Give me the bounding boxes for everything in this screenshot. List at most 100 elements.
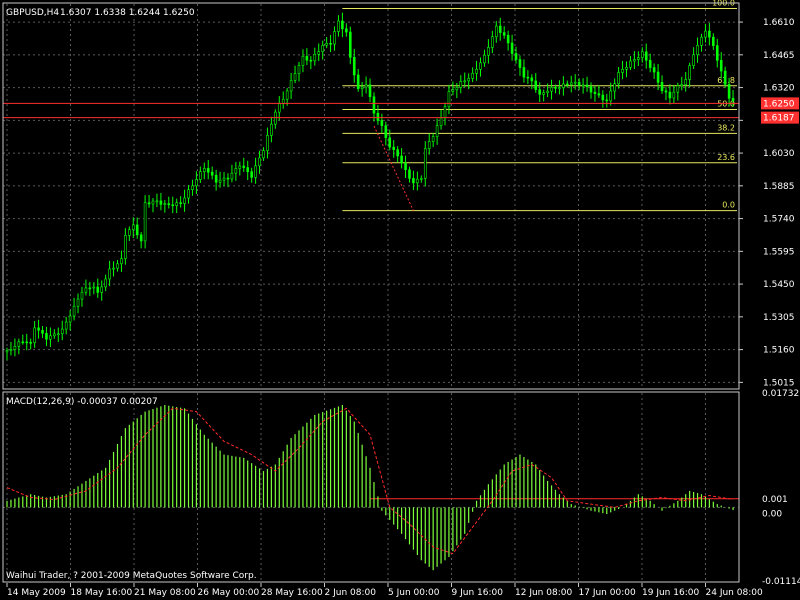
- candle-body: [254, 165, 257, 178]
- candle-body: [226, 177, 230, 180]
- candle-body: [585, 84, 589, 88]
- candle-body: [135, 224, 139, 236]
- candle-body: [72, 305, 76, 317]
- candle-body: [459, 81, 463, 88]
- candle-body: [202, 168, 206, 172]
- candle-body: [88, 287, 92, 290]
- candle-body: [455, 87, 459, 91]
- candle-body: [143, 202, 147, 242]
- candle-body: [530, 77, 534, 82]
- candle-body: [301, 55, 305, 66]
- candle-body: [668, 91, 672, 99]
- candle-body: [589, 86, 593, 93]
- candle-body: [17, 341, 21, 347]
- candle-body: [159, 200, 163, 205]
- price-tick-label: 1.5450: [763, 280, 795, 290]
- time-tick-label: 5 Jun 00:00: [388, 588, 440, 598]
- candle-body: [313, 54, 317, 62]
- candle-body: [392, 146, 396, 150]
- candle-body: [289, 80, 293, 92]
- candle-body: [652, 67, 656, 73]
- candle-body: [84, 287, 88, 293]
- candle-body: [416, 178, 419, 184]
- candle-body: [368, 84, 372, 98]
- candle-body: [285, 90, 289, 100]
- price-tick-label: 1.6320: [763, 84, 795, 94]
- candle-body: [68, 315, 72, 323]
- candle-body: [696, 45, 699, 56]
- candle-body: [494, 25, 498, 38]
- candle-body: [360, 86, 364, 89]
- candle-body: [116, 263, 119, 269]
- candle-body: [76, 298, 80, 307]
- candle-body: [13, 345, 17, 350]
- candle-body: [467, 78, 470, 82]
- price-tick-label: 1.5160: [763, 346, 795, 356]
- candle-body: [112, 267, 115, 270]
- candle-body: [558, 87, 561, 89]
- candle-body: [356, 74, 360, 89]
- candle-body: [222, 177, 226, 181]
- candle-body: [124, 235, 127, 259]
- time-tick-label: 12 Jun 08:00: [515, 588, 572, 598]
- candle-body: [483, 54, 486, 64]
- candle-body: [660, 82, 664, 92]
- candle-body: [131, 224, 135, 231]
- candle-body: [206, 168, 210, 173]
- candle-body: [688, 65, 691, 80]
- candle-body: [566, 83, 569, 86]
- candle-body: [601, 94, 605, 101]
- candle-body: [502, 32, 506, 36]
- candle-body: [274, 111, 277, 125]
- time-tick-label: 19 Jun 16:00: [642, 588, 699, 598]
- ask-price-label: 1.6187: [763, 114, 795, 124]
- candle-body: [514, 53, 518, 60]
- candle-body: [542, 92, 545, 95]
- candle-body: [573, 81, 577, 84]
- candle-body: [305, 55, 309, 61]
- candle-body: [151, 200, 155, 205]
- candle-body: [384, 125, 388, 139]
- macd-tick-label: 0.00: [762, 509, 782, 519]
- candle-body: [562, 83, 565, 88]
- candle-body: [400, 155, 403, 164]
- candle-body: [29, 342, 32, 344]
- candle-body: [487, 47, 490, 56]
- candle-body: [546, 90, 549, 93]
- candle-body: [104, 278, 107, 288]
- candle-body: [522, 67, 526, 78]
- candle-body: [80, 291, 84, 300]
- time-tick-label: 21 May 08:00: [134, 588, 196, 598]
- candle-body: [191, 185, 194, 190]
- candle-body: [37, 327, 40, 331]
- candle-body: [92, 286, 96, 289]
- candle-body: [337, 20, 340, 32]
- price-tick-label: 1.5885: [763, 182, 795, 192]
- candle-body: [621, 68, 624, 73]
- candle-body: [451, 89, 455, 92]
- candle-body: [309, 59, 313, 62]
- chart-canvas[interactable]: 100.061.850.038.223.60.0 1.66101.64651.6…: [0, 0, 800, 600]
- candle-body: [120, 258, 123, 265]
- candle-body: [60, 328, 64, 335]
- candle-body: [199, 171, 202, 180]
- candle-body: [9, 349, 13, 351]
- fib-level-label: 0.0: [722, 201, 735, 210]
- candle-body: [49, 335, 52, 340]
- candle-body: [317, 51, 321, 55]
- candle-body: [266, 135, 269, 151]
- candle-body: [443, 106, 447, 119]
- candle-body: [230, 172, 234, 180]
- candle-body: [554, 87, 557, 89]
- candle-body: [404, 162, 407, 170]
- candle-body: [581, 84, 585, 87]
- time-tick-label: 18 May 16:00: [71, 588, 133, 598]
- candle-body: [526, 76, 530, 79]
- time-tick-label: 28 May 16:00: [261, 588, 323, 598]
- candle-body: [617, 72, 620, 85]
- candle-body: [234, 168, 238, 174]
- candle-body: [210, 171, 214, 176]
- candle-body: [262, 150, 265, 159]
- candle-body: [637, 57, 640, 60]
- candle-body: [427, 141, 431, 149]
